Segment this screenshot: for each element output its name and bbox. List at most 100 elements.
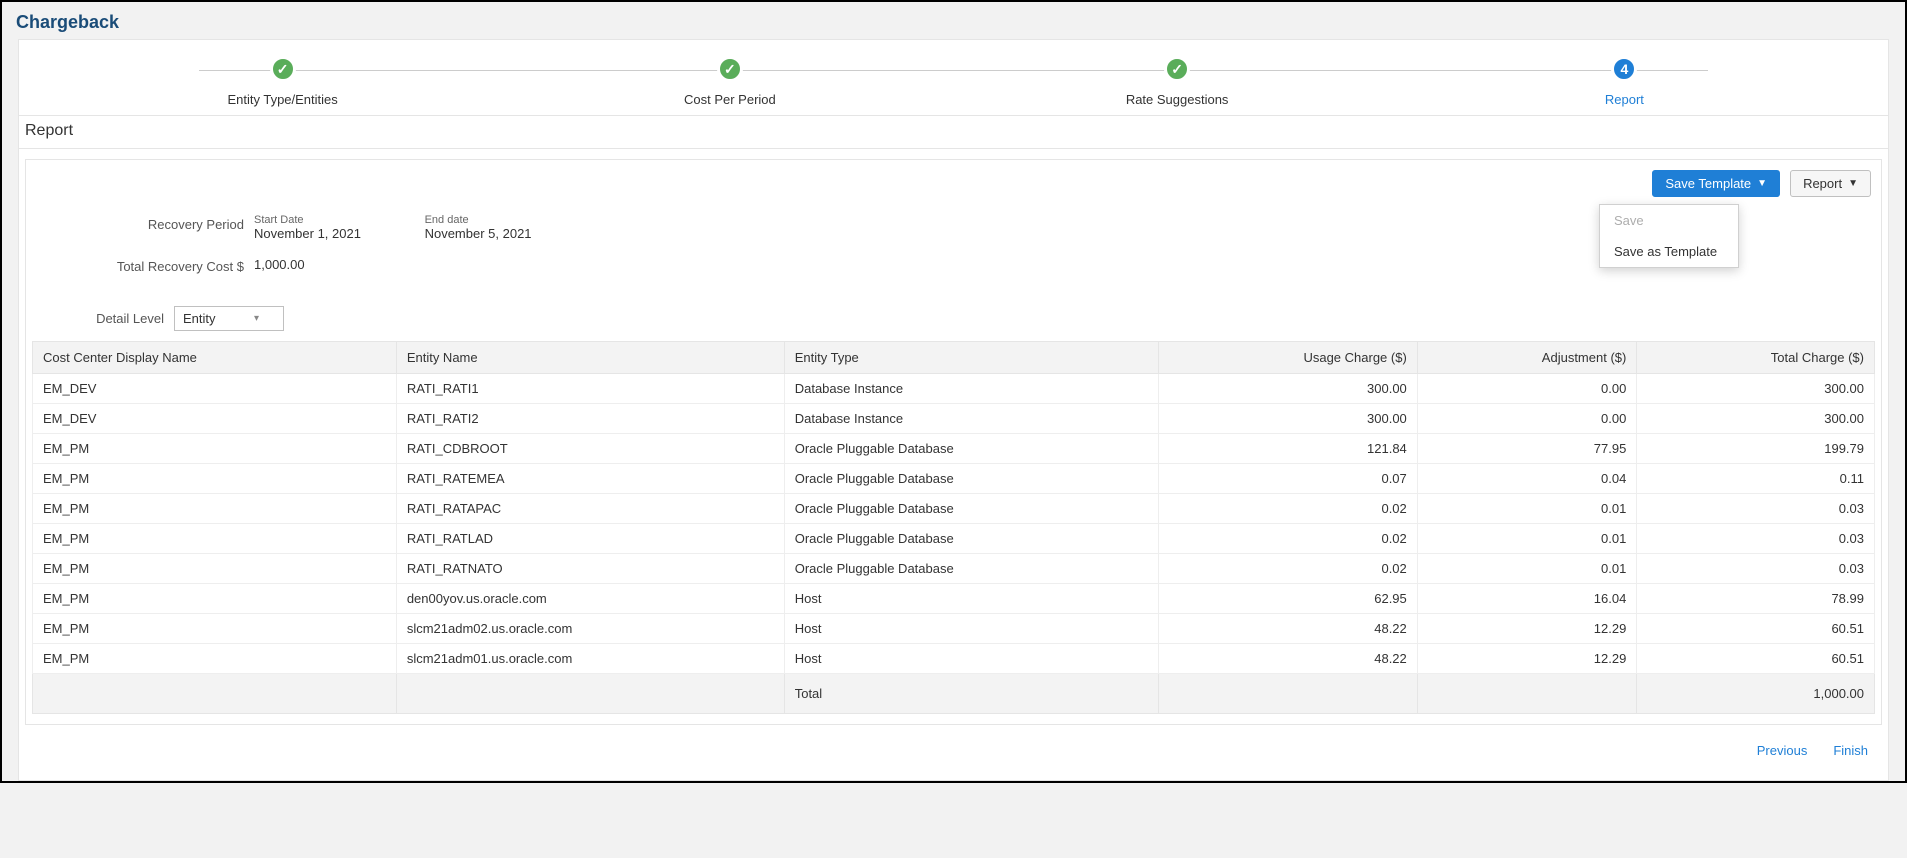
check-icon: ✓ bbox=[1164, 56, 1190, 82]
cell-entity-name: RATI_RATLAD bbox=[396, 524, 784, 554]
table-body: EM_DEVRATI_RATI1Database Instance300.000… bbox=[33, 374, 1875, 674]
col-usage-charge[interactable]: Usage Charge ($) bbox=[1159, 342, 1418, 374]
table-row[interactable]: EM_PMRATI_RATAPACOracle Pluggable Databa… bbox=[33, 494, 1875, 524]
cell-entity-type: Oracle Pluggable Database bbox=[784, 464, 1158, 494]
step-number: 4 bbox=[1611, 56, 1637, 82]
cell-total-charge: 0.03 bbox=[1637, 524, 1875, 554]
cell-cost-center: EM_PM bbox=[33, 584, 397, 614]
start-date-value: November 1, 2021 bbox=[254, 226, 361, 241]
cell-cost-center: EM_PM bbox=[33, 614, 397, 644]
caret-down-icon: ▾ bbox=[254, 313, 259, 324]
cell-entity-name: RATI_RATI2 bbox=[396, 404, 784, 434]
total-recovery-cost-value: 1,000.00 bbox=[254, 257, 305, 272]
cell-entity-type: Oracle Pluggable Database bbox=[784, 554, 1158, 584]
report-button[interactable]: Report ▼ bbox=[1790, 170, 1871, 197]
cell-entity-type: Oracle Pluggable Database bbox=[784, 434, 1158, 464]
check-icon: ✓ bbox=[270, 56, 296, 82]
cell-adjustment: 0.00 bbox=[1417, 374, 1637, 404]
step-label: Rate Suggestions bbox=[1126, 92, 1229, 107]
cell-total-charge: 60.51 bbox=[1637, 614, 1875, 644]
wizard-step-3[interactable]: ✓ Rate Suggestions bbox=[954, 56, 1401, 107]
menu-item-save[interactable]: Save bbox=[1600, 205, 1738, 236]
total-value: 1,000.00 bbox=[1637, 674, 1875, 714]
table-row[interactable]: EM_PMslcm21adm02.us.oracle.comHost48.221… bbox=[33, 614, 1875, 644]
wizard-footer: Previous Finish bbox=[19, 731, 1888, 774]
cell-total-charge: 78.99 bbox=[1637, 584, 1875, 614]
cell-entity-type: Host bbox=[784, 614, 1158, 644]
cell-total-charge: 0.11 bbox=[1637, 464, 1875, 494]
cell-adjustment: 0.01 bbox=[1417, 494, 1637, 524]
table-row[interactable]: EM_DEVRATI_RATI1Database Instance300.000… bbox=[33, 374, 1875, 404]
wizard-step-2[interactable]: ✓Cost Per Period bbox=[506, 56, 953, 107]
report-table: Cost Center Display Name Entity Name Ent… bbox=[32, 341, 1875, 714]
detail-level-select[interactable]: Entity ▾ bbox=[174, 306, 284, 331]
col-entity-name[interactable]: Entity Name bbox=[396, 342, 784, 374]
cell-adjustment: 16.04 bbox=[1417, 584, 1637, 614]
finish-link[interactable]: Finish bbox=[1833, 743, 1868, 758]
detail-level-value: Entity bbox=[183, 311, 216, 326]
check-icon: ✓ bbox=[717, 56, 743, 82]
cell-entity-type: Oracle Pluggable Database bbox=[784, 494, 1158, 524]
cell-cost-center: EM_PM bbox=[33, 554, 397, 584]
cell-adjustment: 0.00 bbox=[1417, 404, 1637, 434]
cell-cost-center: EM_PM bbox=[33, 524, 397, 554]
save-template-dropdown: Save Save as Template bbox=[1599, 204, 1739, 268]
cell-total-charge: 300.00 bbox=[1637, 404, 1875, 434]
cell-usage-charge: 0.07 bbox=[1159, 464, 1418, 494]
cell-entity-type: Host bbox=[784, 584, 1158, 614]
cell-entity-name: RATI_RATAPAC bbox=[396, 494, 784, 524]
cell-usage-charge: 300.00 bbox=[1159, 374, 1418, 404]
previous-link[interactable]: Previous bbox=[1757, 743, 1808, 758]
cell-entity-name: RATI_RATNATO bbox=[396, 554, 784, 584]
cell-usage-charge: 62.95 bbox=[1159, 584, 1418, 614]
table-total-row: Total 1,000.00 bbox=[33, 674, 1875, 714]
section-heading: Report bbox=[19, 116, 1888, 149]
cell-total-charge: 199.79 bbox=[1637, 434, 1875, 464]
table-row[interactable]: EM_PMslcm21adm01.us.oracle.comHost48.221… bbox=[33, 644, 1875, 674]
end-date-value: November 5, 2021 bbox=[425, 226, 532, 241]
cell-usage-charge: 48.22 bbox=[1159, 614, 1418, 644]
cell-adjustment: 0.04 bbox=[1417, 464, 1637, 494]
cell-cost-center: EM_PM bbox=[33, 464, 397, 494]
table-row[interactable]: EM_PMRATI_RATLADOracle Pluggable Databas… bbox=[33, 524, 1875, 554]
page-title: Chargeback bbox=[2, 2, 1905, 39]
cell-usage-charge: 0.02 bbox=[1159, 524, 1418, 554]
cell-entity-type: Host bbox=[784, 644, 1158, 674]
recovery-period-label: Recovery Period bbox=[54, 215, 254, 232]
table-row[interactable]: EM_PMRATI_RATEMEAOracle Pluggable Databa… bbox=[33, 464, 1875, 494]
table-row[interactable]: EM_PMRATI_RATNATOOracle Pluggable Databa… bbox=[33, 554, 1875, 584]
detail-level-row: Detail Level Entity ▾ bbox=[26, 286, 1881, 341]
wizard-step-4[interactable]: 4Report bbox=[1401, 56, 1848, 107]
cell-cost-center: EM_PM bbox=[33, 494, 397, 524]
col-total-charge[interactable]: Total Charge ($) bbox=[1637, 342, 1875, 374]
cell-total-charge: 60.51 bbox=[1637, 644, 1875, 674]
detail-level-label: Detail Level bbox=[54, 311, 174, 326]
cell-total-charge: 300.00 bbox=[1637, 374, 1875, 404]
col-entity-type[interactable]: Entity Type bbox=[784, 342, 1158, 374]
wizard-step-1[interactable]: ✓ Entity Type/Entities bbox=[59, 56, 506, 107]
table-row[interactable]: EM_DEVRATI_RATI2Database Instance300.000… bbox=[33, 404, 1875, 434]
caret-down-icon: ▼ bbox=[1757, 178, 1767, 189]
table-row[interactable]: EM_PMRATI_CDBROOTOracle Pluggable Databa… bbox=[33, 434, 1875, 464]
save-template-button[interactable]: Save Template ▼ bbox=[1652, 170, 1780, 197]
table-header-row: Cost Center Display Name Entity Name Ent… bbox=[33, 342, 1875, 374]
col-adjustment[interactable]: Adjustment ($) bbox=[1417, 342, 1637, 374]
step-label: Entity Type/Entities bbox=[227, 92, 337, 107]
cell-adjustment: 12.29 bbox=[1417, 644, 1637, 674]
cell-adjustment: 12.29 bbox=[1417, 614, 1637, 644]
cell-cost-center: EM_PM bbox=[33, 434, 397, 464]
col-cost-center[interactable]: Cost Center Display Name bbox=[33, 342, 397, 374]
cell-adjustment: 77.95 bbox=[1417, 434, 1637, 464]
cell-entity-name: slcm21adm02.us.oracle.com bbox=[396, 614, 784, 644]
report-panel: Save Template ▼ Report ▼ Save Save as Te… bbox=[25, 159, 1882, 725]
cell-entity-name: RATI_RATEMEA bbox=[396, 464, 784, 494]
cell-entity-name: slcm21adm01.us.oracle.com bbox=[396, 644, 784, 674]
cell-cost-center: EM_PM bbox=[33, 644, 397, 674]
cell-usage-charge: 300.00 bbox=[1159, 404, 1418, 434]
menu-item-save-as-template[interactable]: Save as Template bbox=[1600, 236, 1738, 267]
cell-adjustment: 0.01 bbox=[1417, 524, 1637, 554]
table-row[interactable]: EM_PMden00yov.us.oracle.comHost62.9516.0… bbox=[33, 584, 1875, 614]
total-recovery-cost-label: Total Recovery Cost $ bbox=[54, 257, 254, 274]
cell-entity-type: Database Instance bbox=[784, 404, 1158, 434]
cell-adjustment: 0.01 bbox=[1417, 554, 1637, 584]
